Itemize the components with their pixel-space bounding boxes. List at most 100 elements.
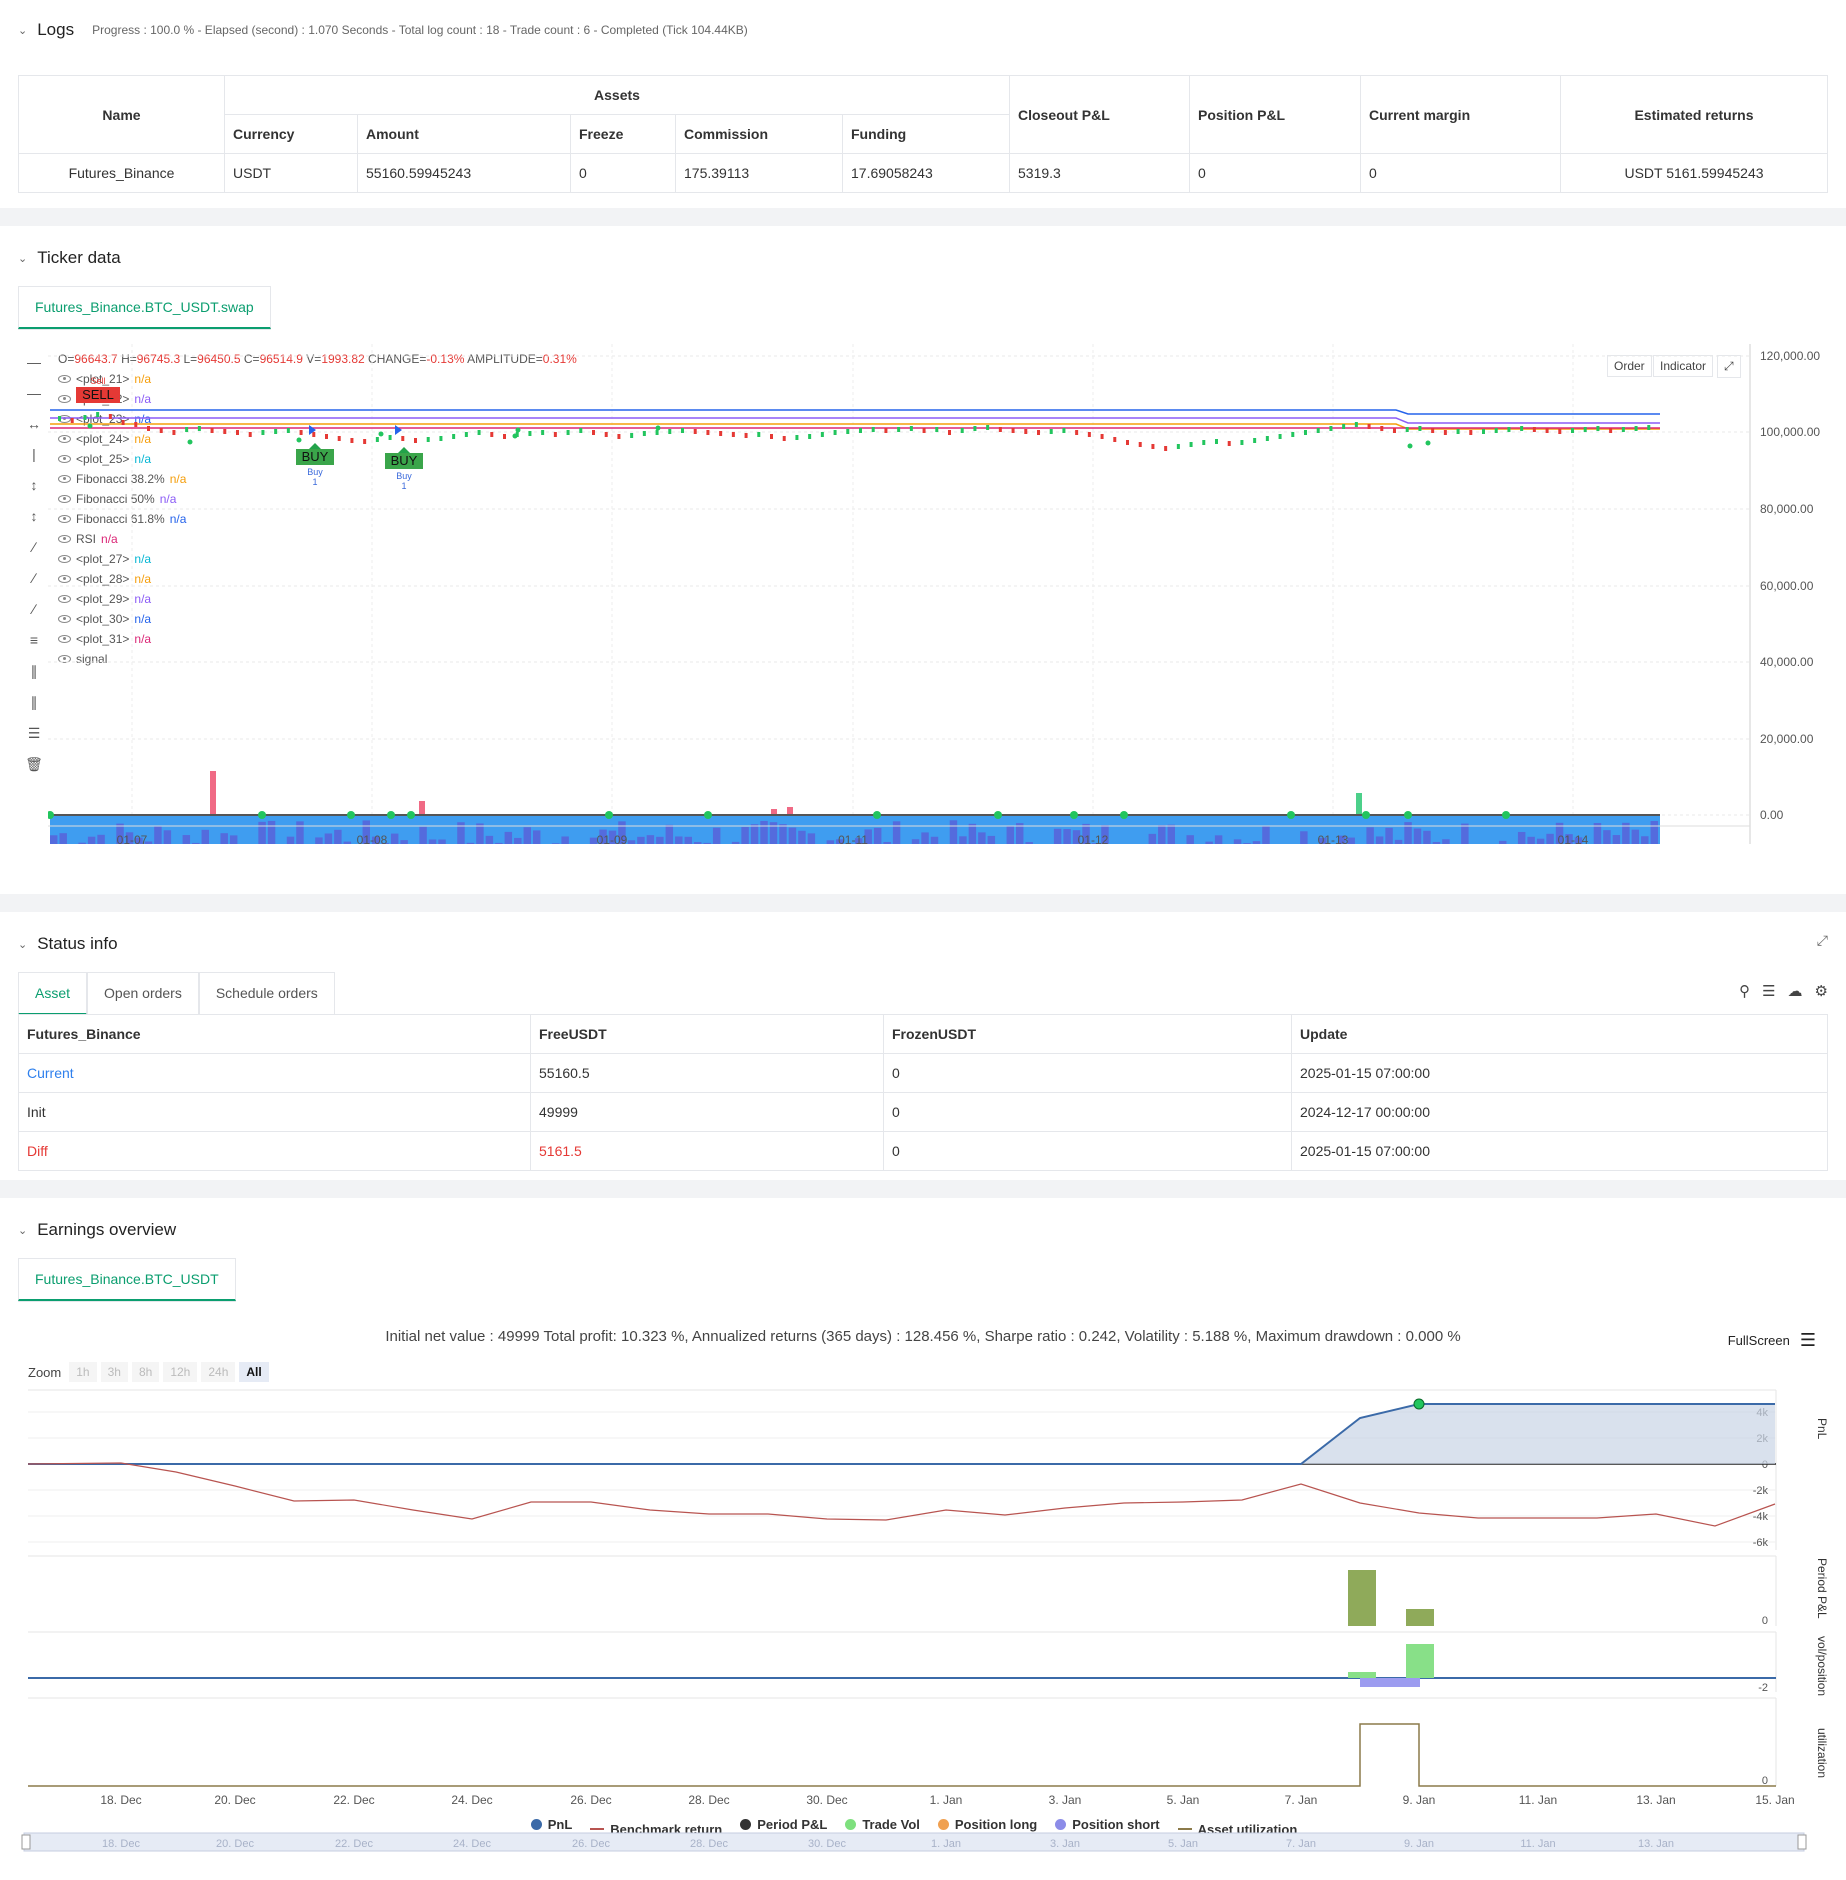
legend-item[interactable]: Trade Vol	[845, 1817, 920, 1832]
candle	[884, 428, 888, 433]
volume-bar	[675, 836, 683, 844]
candle	[1202, 440, 1206, 445]
utilization-line	[28, 1723, 1776, 1787]
list-icon[interactable]: ☰	[1762, 982, 1775, 1000]
chevron-down-icon[interactable]: ⌄	[18, 1224, 27, 1237]
legend-item[interactable]: Position long	[937, 1817, 1037, 1832]
legend-item[interactable]: Position short	[1055, 1817, 1160, 1832]
menu-icon[interactable]: ☰	[1800, 1330, 1816, 1351]
nav-tick: 3. Jan	[1050, 1838, 1080, 1850]
row-label-current[interactable]: Current	[18, 1053, 531, 1093]
volume-spike	[1356, 793, 1362, 815]
range-navigator[interactable]: 18. Dec 20. Dec 22. Dec 24. Dec 26. Dec 28. D…	[0, 1832, 1846, 1854]
volume-bar	[87, 836, 96, 844]
volume-bar	[438, 839, 446, 844]
zoom-bar: Zoom 1h 3h 8h 12h 24h All	[28, 1362, 273, 1382]
search-icon[interactable]: ⚲	[1739, 982, 1750, 1000]
volume-bar	[703, 842, 711, 844]
x-tick-label: 26. Dec	[570, 1793, 611, 1807]
trend-line-icon[interactable]: ∕	[24, 537, 44, 557]
volume-bar	[163, 830, 172, 844]
candle	[414, 438, 417, 443]
fib-levels-icon[interactable]: ☰	[24, 723, 44, 743]
candle	[782, 436, 786, 441]
price-line-icon[interactable]: ≡	[24, 630, 44, 650]
col-name: Name	[18, 75, 225, 154]
order-flag	[395, 425, 402, 435]
ray-line-icon[interactable]: ∕	[24, 568, 44, 588]
volume-bar	[334, 829, 342, 844]
col-closeout: Closeout P&L	[1009, 75, 1190, 154]
logs-header[interactable]: ⌄ Logs Progress : 100.0 % - Elapsed (sec…	[18, 20, 748, 40]
earnings-header[interactable]: ⌄ Earnings overview	[18, 1220, 176, 1240]
x-tick-label: 15. Jan	[1755, 1793, 1794, 1807]
candle-dot	[1425, 440, 1431, 446]
legend-label: Position short	[1072, 1817, 1160, 1832]
candle	[719, 431, 723, 436]
extended-line-icon[interactable]: ↔	[24, 414, 44, 434]
trade-vol-bar	[1406, 1644, 1434, 1678]
candle	[846, 429, 850, 434]
tab-open-orders[interactable]: Open orders	[87, 972, 199, 1015]
volume-bar	[779, 824, 787, 844]
legend-item[interactable]: PnL	[530, 1817, 572, 1832]
zoom-1h[interactable]: 1h	[69, 1362, 97, 1382]
gear-icon[interactable]: ⚙	[1815, 982, 1828, 1000]
volume-spike	[787, 807, 793, 815]
logs-meta: Progress : 100.0 % - Elapsed (second) : …	[92, 23, 748, 37]
status-header[interactable]: ⌄ Status info	[18, 934, 118, 954]
horizontal-ray-icon[interactable]: —	[24, 383, 44, 403]
fullscreen-icon[interactable]: ⤢	[1817, 932, 1828, 949]
zoom-24h[interactable]: 24h	[201, 1362, 236, 1382]
vertical-ray-icon[interactable]: ↕	[24, 475, 44, 495]
volume-bar	[949, 820, 958, 844]
vertical-line-icon[interactable]: |	[24, 444, 44, 464]
chevron-down-icon[interactable]: ⌄	[18, 938, 27, 951]
candle	[1482, 429, 1485, 434]
tab-btc-usdt[interactable]: Futures_Binance.BTC_USDT	[18, 1258, 236, 1301]
candle	[681, 428, 684, 433]
parallel-channel-icon[interactable]: ∥	[24, 661, 44, 681]
zoom-12h[interactable]: 12h	[163, 1362, 198, 1382]
x-tick-label: 01-09	[597, 833, 628, 844]
x-tick-label: 30. Dec	[806, 1793, 847, 1807]
fullscreen-button[interactable]: FullScreen	[1728, 1333, 1790, 1348]
candle	[325, 434, 328, 439]
zoom-8h[interactable]: 8h	[131, 1362, 160, 1382]
fib-icon[interactable]: ∥	[24, 692, 44, 712]
tab-asset[interactable]: Asset	[18, 972, 88, 1015]
candle	[820, 432, 824, 437]
candle	[1151, 444, 1155, 449]
zoom-3h[interactable]: 3h	[100, 1362, 128, 1382]
price-chart[interactable]: SELLSellBUYBuy1BUYBuy101-07 01-08 01-09 01-…	[48, 344, 1758, 844]
tab-schedule-orders[interactable]: Schedule orders	[198, 972, 335, 1015]
chevron-down-icon[interactable]: ⌄	[18, 252, 27, 265]
candle	[312, 432, 316, 437]
candle	[1176, 444, 1180, 449]
col-freeze: Freeze	[570, 114, 676, 154]
candle	[1240, 440, 1244, 445]
horizontal-line-icon[interactable]: —	[24, 352, 44, 372]
zoom-all[interactable]: All	[239, 1362, 269, 1382]
cloud-download-icon[interactable]: ☁	[1788, 982, 1803, 1000]
candle	[388, 435, 392, 440]
trash-icon[interactable]: 🗑	[24, 754, 44, 774]
earnings-chart[interactable]: 4k2k0-2k-4k-6k0-2018. Dec20. Dec22. Dec2…	[0, 1388, 1846, 1818]
vertical-extended-icon[interactable]: ↕	[24, 506, 44, 526]
chevron-down-icon[interactable]: ⌄	[18, 24, 27, 37]
candle	[1443, 430, 1447, 435]
volume-bar	[1214, 835, 1223, 844]
volume-bar	[1186, 835, 1194, 844]
ticker-header[interactable]: ⌄ Ticker data	[18, 248, 121, 268]
candle	[592, 430, 595, 435]
volume-bar	[1603, 830, 1611, 844]
ticker-tabs: Futures_Binance.BTC_USDT.swap	[18, 286, 271, 330]
segment-icon[interactable]: ∕	[24, 599, 44, 619]
legend-item[interactable]: Period P&L	[740, 1817, 827, 1832]
row-label-diff: Diff	[18, 1131, 531, 1171]
x-tick-label: 5. Jan	[1167, 1793, 1200, 1807]
tab-btc-swap[interactable]: Futures_Binance.BTC_USDT.swap	[18, 286, 271, 329]
candle	[185, 427, 189, 432]
volume-bar	[1158, 825, 1166, 844]
volume-bar	[523, 827, 531, 844]
